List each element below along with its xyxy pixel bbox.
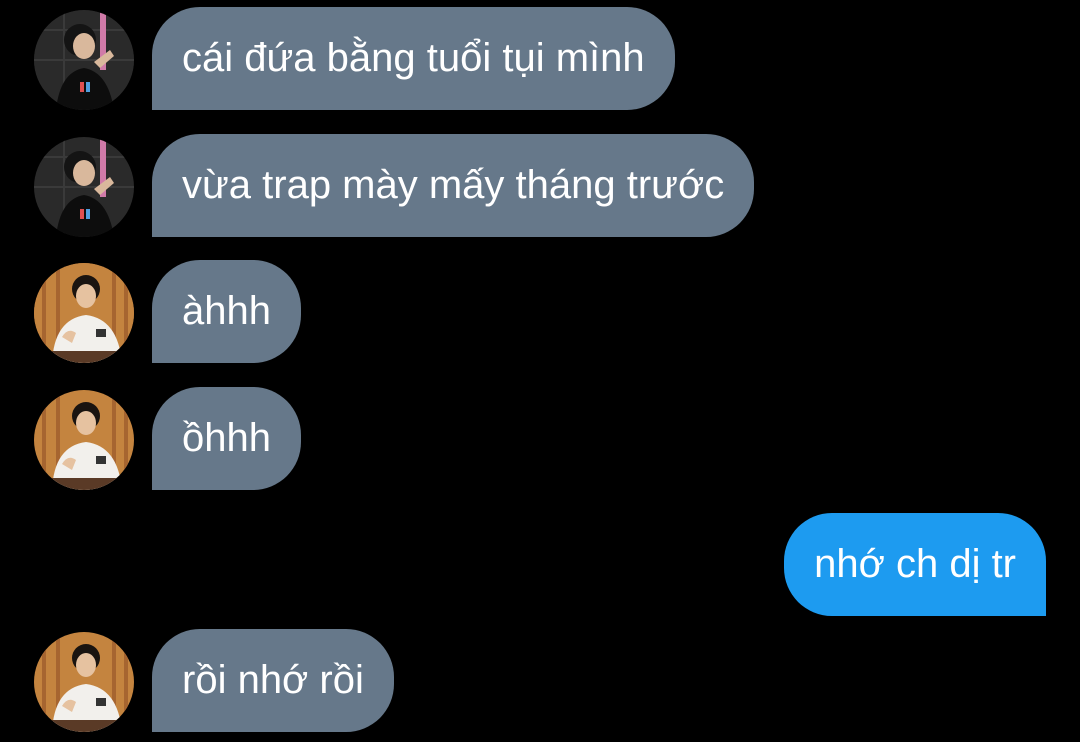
message-text: àhhh (182, 289, 271, 333)
message-bubble-outgoing[interactable]: nhớ ch dị tr (784, 513, 1046, 616)
avatar-user-b-image (34, 632, 134, 732)
avatar-user-a[interactable] (34, 10, 134, 110)
avatar-user-b-image (34, 263, 134, 363)
message-bubble-incoming[interactable]: ồhhh (152, 387, 301, 490)
message-text: vừa trap mày mấy tháng trước (182, 163, 725, 207)
avatar-user-b[interactable] (34, 263, 134, 363)
message-text: ồhhh (182, 416, 271, 460)
message-bubble-incoming[interactable]: àhhh (152, 260, 301, 363)
avatar-user-b[interactable] (34, 632, 134, 732)
message-bubble-incoming[interactable]: cái đứa bằng tuổi tụi mình (152, 7, 675, 110)
message-bubble-incoming[interactable]: rồi nhớ rồi (152, 629, 394, 732)
avatar-user-b[interactable] (34, 390, 134, 490)
avatar-user-b-image (34, 390, 134, 490)
avatar-user-a[interactable] (34, 137, 134, 237)
message-text: rồi nhớ rồi (182, 658, 364, 702)
avatar-user-a-image (34, 137, 134, 237)
message-text: nhớ ch dị tr (814, 542, 1016, 586)
chat-thread: cái đứa bằng tuổi tụi mình vừa trap mày … (0, 0, 1080, 742)
avatar-user-a-image (34, 10, 134, 110)
message-bubble-incoming[interactable]: vừa trap mày mấy tháng trước (152, 134, 755, 237)
message-text: cái đứa bằng tuổi tụi mình (182, 36, 645, 80)
